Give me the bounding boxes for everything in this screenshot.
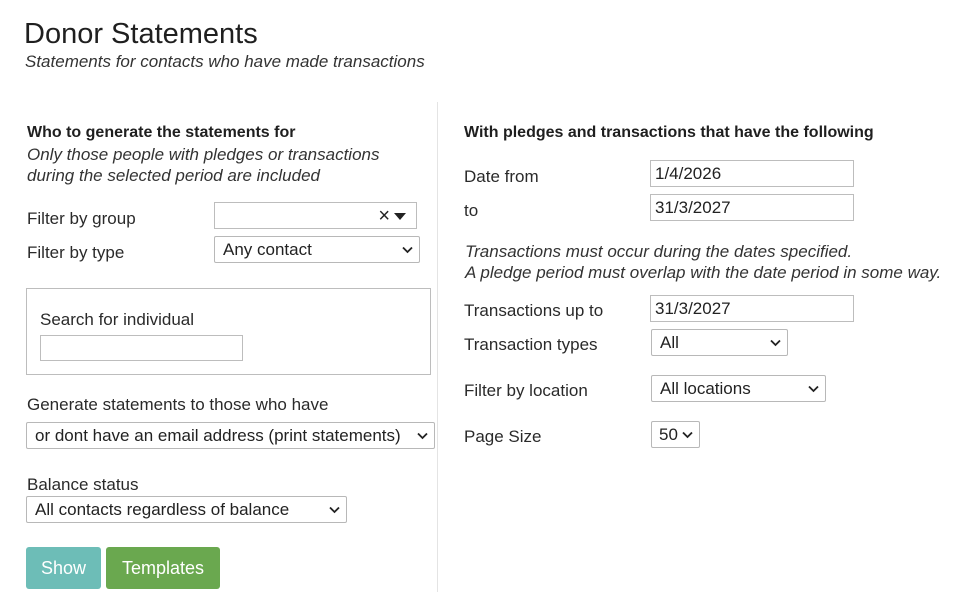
caret-down-icon[interactable] xyxy=(394,213,406,220)
page-title: Donor Statements xyxy=(24,18,258,50)
filter-type-value: Any contact xyxy=(223,239,312,259)
generate-value: or dont have an email address (print sta… xyxy=(35,425,401,445)
clear-icon[interactable]: × xyxy=(378,204,390,228)
page-size-select[interactable]: 50 xyxy=(651,421,700,448)
show-button[interactable]: Show xyxy=(26,547,101,589)
page-size-label: Page Size xyxy=(464,427,542,446)
filter-group-combobox[interactable]: × xyxy=(214,202,417,229)
filter-type-label: Filter by type xyxy=(27,243,125,262)
search-individual-panel: Search for individual xyxy=(26,288,431,375)
column-divider xyxy=(437,102,438,592)
search-individual-label: Search for individual xyxy=(40,310,195,329)
chevron-down-icon xyxy=(417,432,428,439)
chevron-down-icon xyxy=(808,385,819,392)
date-note-line1: Transactions must occur during the dates… xyxy=(465,242,853,261)
date-note-line2: A pledge period must overlap with the da… xyxy=(465,263,942,282)
transaction-types-value: All xyxy=(660,332,679,352)
search-individual-input[interactable] xyxy=(40,335,243,361)
location-select[interactable]: All locations xyxy=(651,375,826,402)
donor-statements-page: Donor Statements Statements for contacts… xyxy=(0,0,967,612)
location-value: All locations xyxy=(660,378,751,398)
page-size-value: 50 xyxy=(659,424,678,444)
transactions-upto-label: Transactions up to xyxy=(464,301,604,320)
templates-button[interactable]: Templates xyxy=(106,547,220,589)
filter-group-label: Filter by group xyxy=(27,209,136,228)
transaction-types-select[interactable]: All xyxy=(651,329,788,356)
who-note-line1: Only those people with pledges or transa… xyxy=(27,145,380,164)
who-note-line2: during the selected period are included xyxy=(27,166,320,185)
balance-status-value: All contacts regardless of balance xyxy=(35,499,290,519)
date-to-label: to xyxy=(464,201,479,220)
location-label: Filter by location xyxy=(464,381,588,400)
filter-type-select[interactable]: Any contact xyxy=(214,236,420,263)
date-to-input[interactable] xyxy=(650,194,854,221)
page-subtitle: Statements for contacts who have made tr… xyxy=(25,52,425,71)
chevron-down-icon xyxy=(402,246,413,253)
balance-status-label: Balance status xyxy=(27,475,139,494)
date-from-input[interactable] xyxy=(650,160,854,187)
balance-status-select[interactable]: All contacts regardless of balance xyxy=(26,496,347,523)
date-from-label: Date from xyxy=(464,167,539,186)
who-heading: Who to generate the statements for xyxy=(27,124,296,141)
transaction-types-label: Transaction types xyxy=(464,335,598,354)
chevron-down-icon xyxy=(329,506,340,513)
transactions-upto-input[interactable] xyxy=(650,295,854,322)
generate-label: Generate statements to those who have xyxy=(27,395,329,414)
chevron-down-icon xyxy=(770,339,781,346)
criteria-heading: With pledges and transactions that have … xyxy=(464,124,874,141)
generate-select[interactable]: or dont have an email address (print sta… xyxy=(26,422,435,449)
chevron-down-icon xyxy=(682,431,693,438)
